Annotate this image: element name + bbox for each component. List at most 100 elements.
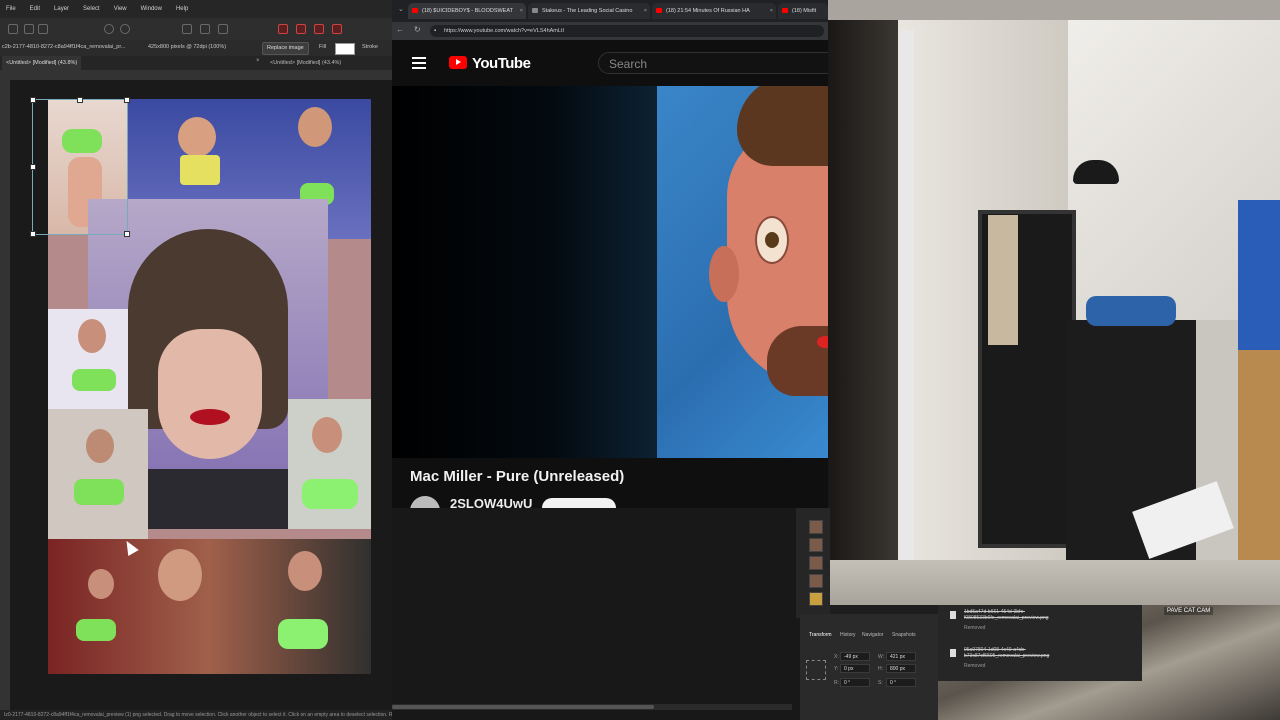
close-icon[interactable]: ×: [520, 3, 523, 19]
rotate-icon[interactable]: [332, 24, 342, 34]
menu-view[interactable]: View: [114, 6, 127, 12]
browser-tab[interactable]: (18) 21:54 Minutes Of Russian HA ×: [652, 3, 776, 19]
close-icon[interactable]: ×: [644, 3, 647, 19]
photo-thumbnail[interactable]: [48, 539, 371, 674]
close-icon[interactable]: ×: [770, 3, 773, 19]
settings-icon[interactable]: [120, 24, 130, 34]
resize-handle[interactable]: [30, 164, 36, 170]
address-bar-row: ← ↻ ▪ https://www.youtube.com/watch?v=eV…: [392, 22, 828, 40]
webcam-feed: [828, 0, 1280, 605]
layer-thumbnail[interactable]: [809, 520, 823, 534]
gear-icon[interactable]: [104, 24, 114, 34]
persona-icon[interactable]: [8, 24, 18, 34]
video-frame-artwork: [657, 86, 828, 458]
context-toolbar: c2b-2177-4810-8272-c8a94ff1f4ca_removala…: [0, 40, 392, 56]
downloads-panel: 1bd5a47d-b661-454d-9bfe-f0808533b6fe_rem…: [938, 605, 1142, 681]
grid-icon[interactable]: [24, 24, 34, 34]
photo-thumbnail[interactable]: [48, 309, 128, 409]
browser-tab[interactable]: Stakeus - The Leading Social Casino ×: [528, 3, 650, 19]
resize-handle[interactable]: [30, 231, 36, 237]
distribute-icon[interactable]: [218, 24, 228, 34]
reload-icon[interactable]: ↻: [414, 25, 421, 34]
resize-handle[interactable]: [30, 97, 36, 103]
w-field[interactable]: 421 px: [886, 652, 916, 661]
menu-file[interactable]: File: [6, 6, 16, 12]
layer-thumbnail[interactable]: [809, 592, 823, 606]
x-field[interactable]: -49 px: [840, 652, 870, 661]
download-status: Removed: [964, 625, 986, 631]
layer-thumbnail[interactable]: [809, 538, 823, 552]
selection-box[interactable]: [30, 97, 130, 237]
share-icon[interactable]: [38, 24, 48, 34]
scrollbar-thumb[interactable]: [392, 705, 654, 709]
tab-history[interactable]: History: [840, 632, 856, 638]
photo-thumbnail[interactable]: [48, 409, 148, 539]
site-favicon-icon: [532, 8, 538, 13]
file-icon: [950, 611, 956, 619]
video-player[interactable]: [392, 86, 828, 458]
photo-thumbnail[interactable]: [288, 399, 371, 529]
youtube-wordmark[interactable]: YouTube: [472, 55, 531, 72]
chevron-down-icon[interactable]: ⌄: [398, 5, 404, 13]
video-letterbox: [392, 86, 658, 458]
menu-help[interactable]: Help: [176, 6, 188, 12]
arrange-icon[interactable]: [278, 24, 288, 34]
tab-label: (18) $UICIDEBOY$ - BLOODSWEAT: [422, 8, 513, 14]
youtube-header: YouTube Search: [392, 40, 834, 86]
browser-tab[interactable]: (18) $UICIDEBOY$ - BLOODSWEAT ×: [408, 3, 526, 19]
menu-layer[interactable]: Layer: [54, 6, 69, 12]
group-icon[interactable]: [296, 24, 306, 34]
menu-edit[interactable]: Edit: [30, 6, 40, 12]
browser-tab-strip: ⌄ (18) $UICIDEBOY$ - BLOODSWEAT × Stakeu…: [392, 0, 828, 22]
anchor-grid-icon[interactable]: [806, 660, 826, 680]
replace-image-button[interactable]: Replace image: [262, 42, 309, 55]
youtube-logo-icon[interactable]: [449, 56, 467, 69]
flip-icon[interactable]: [314, 24, 324, 34]
w-label: W:: [878, 654, 885, 660]
channel-name[interactable]: 2SLOW4UwU: [450, 496, 532, 508]
r-label: R:: [834, 680, 839, 686]
rotation-field[interactable]: 0 °: [840, 678, 870, 687]
x-label: X:: [834, 654, 839, 660]
file-icon: [950, 649, 956, 657]
doc-tab-1[interactable]: <Untitled> [Modified] (43.8%): [2, 56, 82, 70]
h-label: H:: [878, 666, 883, 672]
transform-panel: Transform History Navigator Snapshots X:…: [800, 614, 938, 720]
resize-handle[interactable]: [124, 231, 130, 237]
url-text: https://www.youtube.com/watch?v=eVLS4hAm…: [444, 28, 564, 34]
snap-icon[interactable]: [182, 24, 192, 34]
y-label: Y:: [834, 666, 839, 672]
tab-navigator[interactable]: Navigator: [862, 632, 883, 638]
layer-thumbnail[interactable]: [809, 556, 823, 570]
tab-label: (18) Misfit: [792, 8, 817, 14]
close-icon[interactable]: ×: [256, 58, 260, 64]
subscribe-button[interactable]: [542, 498, 616, 508]
y-field[interactable]: 0 px: [840, 664, 870, 673]
menu-bar: File Edit Layer Select View Window Help: [0, 0, 392, 18]
channel-avatar[interactable]: [410, 496, 440, 508]
url-input[interactable]: ▪ https://www.youtube.com/watch?v=eVLS4h…: [430, 25, 824, 37]
browser-window: ⌄ (18) $UICIDEBOY$ - BLOODSWEAT × Stakeu…: [392, 0, 834, 508]
photo-editor-window: File Edit Layer Select View Window Help …: [0, 0, 392, 720]
tab-snapshots[interactable]: Snapshots: [892, 632, 916, 638]
fill-swatch[interactable]: [335, 43, 355, 55]
doc-tab-2[interactable]: <Untitled> [Modified] (43.4%): [266, 56, 345, 70]
horizontal-scrollbar[interactable]: [392, 704, 792, 710]
layer-thumbnail[interactable]: [809, 574, 823, 588]
download-filename: 95a97804-1d08-4c49-a4cb-b73c87cf5595_rem…: [964, 647, 1050, 659]
fill-label: Fill: [319, 44, 327, 50]
tab-transform[interactable]: Transform: [809, 632, 832, 638]
menu-select[interactable]: Select: [83, 6, 100, 12]
resize-handle[interactable]: [124, 97, 130, 103]
browser-tab[interactable]: (18) Misfit: [778, 3, 828, 19]
search-input[interactable]: Search: [598, 52, 834, 74]
youtube-favicon-icon: [782, 8, 788, 13]
h-field[interactable]: 800 px: [886, 664, 916, 673]
menu-window[interactable]: Window: [141, 6, 162, 12]
back-arrow-icon[interactable]: ←: [396, 25, 404, 34]
resize-handle[interactable]: [77, 97, 83, 103]
hamburger-menu-icon[interactable]: [412, 57, 426, 69]
youtube-favicon-icon: [412, 8, 418, 13]
shear-field[interactable]: 0 °: [886, 678, 916, 687]
align-icon[interactable]: [200, 24, 210, 34]
